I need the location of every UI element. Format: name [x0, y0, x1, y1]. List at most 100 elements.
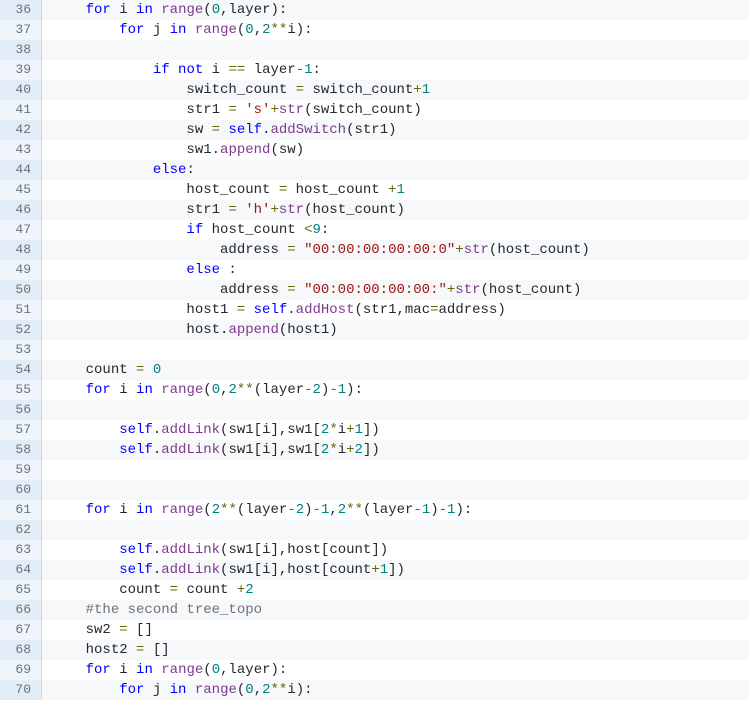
- code-line: 61 for i in range(2**(layer-2)-1,2**(lay…: [0, 500, 749, 520]
- line-number: 68: [0, 640, 42, 660]
- line-number: 64: [0, 560, 42, 580]
- code-line: 59: [0, 460, 749, 480]
- line-number: 40: [0, 80, 42, 100]
- line-number: 36: [0, 0, 42, 20]
- line-content[interactable]: count = 0: [42, 360, 749, 380]
- code-line: 63 self.addLink(sw1[i],host[count]): [0, 540, 749, 560]
- line-number: 39: [0, 60, 42, 80]
- line-content[interactable]: address = "00:00:00:00:00:"+str(host_cou…: [42, 280, 749, 300]
- code-line: 39 if not i == layer-1:: [0, 60, 749, 80]
- line-content[interactable]: self.addLink(sw1[i],host[count+1]): [42, 560, 749, 580]
- code-line: 45 host_count = host_count +1: [0, 180, 749, 200]
- line-number: 65: [0, 580, 42, 600]
- line-content[interactable]: for i in range(0,2**(layer-2)-1):: [42, 380, 749, 400]
- line-number: 69: [0, 660, 42, 680]
- code-line: 46 str1 = 'h'+str(host_count): [0, 200, 749, 220]
- code-line: 50 address = "00:00:00:00:00:"+str(host_…: [0, 280, 749, 300]
- line-number: 44: [0, 160, 42, 180]
- code-line: 36 for i in range(0,layer):: [0, 0, 749, 20]
- line-content[interactable]: for i in range(0,layer):: [42, 660, 749, 680]
- line-content[interactable]: sw1.append(sw): [42, 140, 749, 160]
- line-content[interactable]: if not i == layer-1:: [42, 60, 749, 80]
- code-line: 68 host2 = []: [0, 640, 749, 660]
- line-number: 46: [0, 200, 42, 220]
- line-content[interactable]: host_count = host_count +1: [42, 180, 749, 200]
- code-line: 40 switch_count = switch_count+1: [0, 80, 749, 100]
- code-line: 52 host.append(host1): [0, 320, 749, 340]
- line-number: 54: [0, 360, 42, 380]
- line-number: 42: [0, 120, 42, 140]
- line-number: 67: [0, 620, 42, 640]
- code-line: 41 str1 = 's'+str(switch_count): [0, 100, 749, 120]
- line-number: 45: [0, 180, 42, 200]
- line-number: 58: [0, 440, 42, 460]
- line-content[interactable]: else :: [42, 260, 749, 280]
- line-number: 51: [0, 300, 42, 320]
- code-line: 60: [0, 480, 749, 500]
- line-content[interactable]: self.addLink(sw1[i],sw1[2*i+2]): [42, 440, 749, 460]
- code-line: 38: [0, 40, 749, 60]
- line-number: 66: [0, 600, 42, 620]
- line-content[interactable]: str1 = 'h'+str(host_count): [42, 200, 749, 220]
- code-line: 54 count = 0: [0, 360, 749, 380]
- line-number: 47: [0, 220, 42, 240]
- line-number: 38: [0, 40, 42, 60]
- line-number: 52: [0, 320, 42, 340]
- code-line: 49 else :: [0, 260, 749, 280]
- code-line: 70 for j in range(0,2**i):: [0, 680, 749, 700]
- line-number: 50: [0, 280, 42, 300]
- line-content[interactable]: sw2 = []: [42, 620, 749, 640]
- line-content[interactable]: else:: [42, 160, 749, 180]
- line-content[interactable]: count = count +2: [42, 580, 749, 600]
- line-content[interactable]: sw = self.addSwitch(str1): [42, 120, 749, 140]
- code-line: 37 for j in range(0,2**i):: [0, 20, 749, 40]
- line-number: 56: [0, 400, 42, 420]
- code-line: 47 if host_count <9:: [0, 220, 749, 240]
- line-content[interactable]: self.addLink(sw1[i],sw1[2*i+1]): [42, 420, 749, 440]
- code-line: 42 sw = self.addSwitch(str1): [0, 120, 749, 140]
- code-line: 65 count = count +2: [0, 580, 749, 600]
- code-line: 58 self.addLink(sw1[i],sw1[2*i+2]): [0, 440, 749, 460]
- line-content[interactable]: if host_count <9:: [42, 220, 749, 240]
- line-content[interactable]: host1 = self.addHost(str1,mac=address): [42, 300, 749, 320]
- line-number: 63: [0, 540, 42, 560]
- line-number: 62: [0, 520, 42, 540]
- line-number: 48: [0, 240, 42, 260]
- code-line: 69 for i in range(0,layer):: [0, 660, 749, 680]
- line-content[interactable]: for j in range(0,2**i):: [42, 680, 749, 700]
- line-number: 41: [0, 100, 42, 120]
- line-number: 70: [0, 680, 42, 700]
- line-content[interactable]: for j in range(0,2**i):: [42, 20, 749, 40]
- code-line: 62: [0, 520, 749, 540]
- code-line: 64 self.addLink(sw1[i],host[count+1]): [0, 560, 749, 580]
- line-content[interactable]: for i in range(2**(layer-2)-1,2**(layer-…: [42, 500, 749, 520]
- code-line: 56: [0, 400, 749, 420]
- code-block: 36 for i in range(0,layer):37 for j in r…: [0, 0, 749, 700]
- line-content[interactable]: host.append(host1): [42, 320, 749, 340]
- line-number: 60: [0, 480, 42, 500]
- line-number: 43: [0, 140, 42, 160]
- line-content[interactable]: for i in range(0,layer):: [42, 0, 749, 20]
- line-number: 53: [0, 340, 42, 360]
- line-content[interactable]: address = "00:00:00:00:00:0"+str(host_co…: [42, 240, 749, 260]
- code-line: 55 for i in range(0,2**(layer-2)-1):: [0, 380, 749, 400]
- code-line: 48 address = "00:00:00:00:00:0"+str(host…: [0, 240, 749, 260]
- line-number: 37: [0, 20, 42, 40]
- line-content[interactable]: switch_count = switch_count+1: [42, 80, 749, 100]
- line-content[interactable]: str1 = 's'+str(switch_count): [42, 100, 749, 120]
- line-number: 55: [0, 380, 42, 400]
- line-content[interactable]: self.addLink(sw1[i],host[count]): [42, 540, 749, 560]
- line-number: 59: [0, 460, 42, 480]
- code-line: 67 sw2 = []: [0, 620, 749, 640]
- line-number: 57: [0, 420, 42, 440]
- code-line: 53: [0, 340, 749, 360]
- code-line: 44 else:: [0, 160, 749, 180]
- code-line: 51 host1 = self.addHost(str1,mac=address…: [0, 300, 749, 320]
- line-content[interactable]: #the second tree_topo: [42, 600, 749, 620]
- code-line: 57 self.addLink(sw1[i],sw1[2*i+1]): [0, 420, 749, 440]
- line-number: 49: [0, 260, 42, 280]
- line-content[interactable]: host2 = []: [42, 640, 749, 660]
- code-line: 66 #the second tree_topo: [0, 600, 749, 620]
- line-number: 61: [0, 500, 42, 520]
- code-line: 43 sw1.append(sw): [0, 140, 749, 160]
